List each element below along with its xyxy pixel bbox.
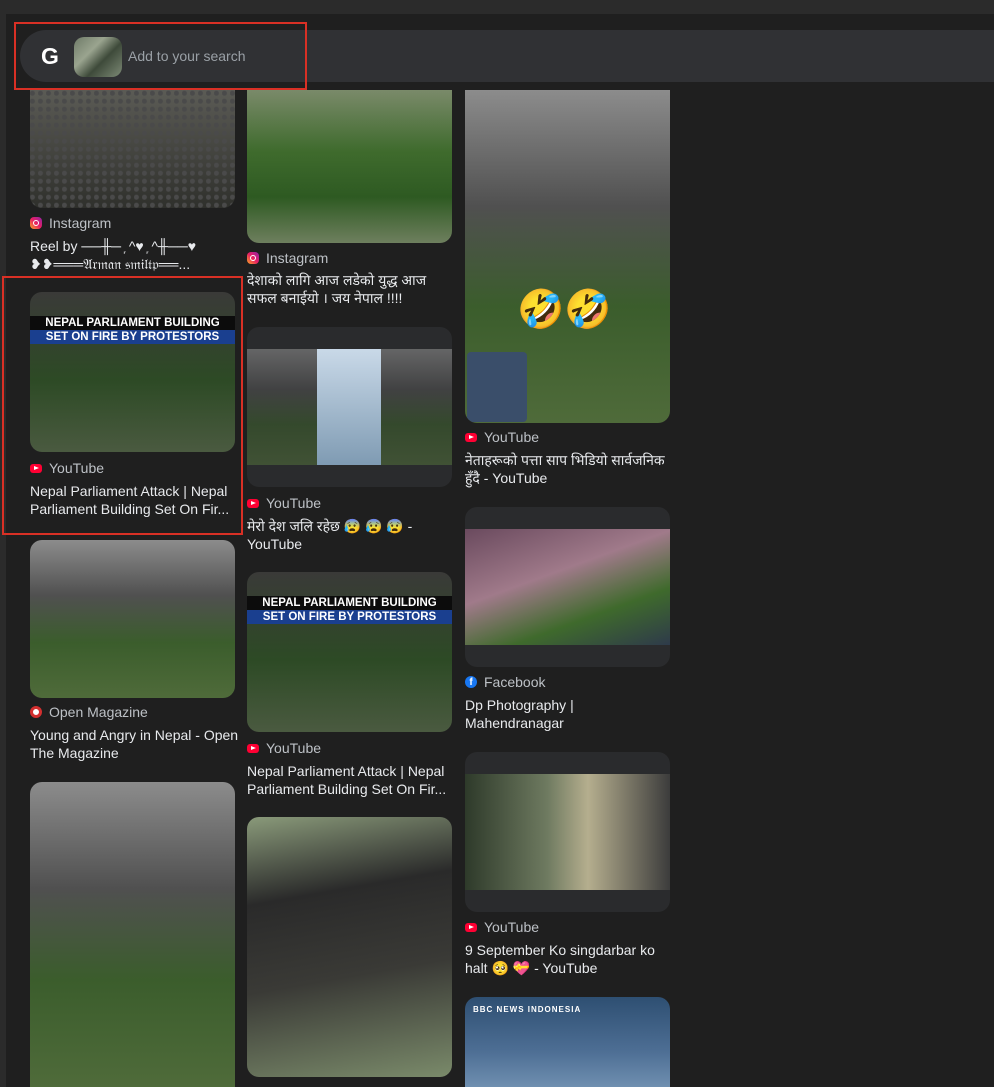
result-source: Instagram <box>247 249 328 267</box>
instagram-icon <box>247 252 259 264</box>
video-banner: NEPAL PARLIAMENT BUILDING SET ON FIRE BY… <box>247 596 452 624</box>
result-source: Instagram <box>30 214 111 232</box>
result-image[interactable] <box>465 507 670 667</box>
result-image[interactable] <box>30 90 235 208</box>
laughing-emoji: 🤣🤣 <box>517 289 612 331</box>
result-image[interactable] <box>247 327 452 487</box>
result-image[interactable]: NEPAL PARLIAMENT BUILDING SET ON FIRE BY… <box>247 572 452 732</box>
result-image[interactable] <box>30 782 235 1087</box>
result-image[interactable]: 🤣🤣 <box>465 90 670 423</box>
result-image[interactable] <box>30 540 235 698</box>
top-strip <box>0 0 994 14</box>
result-title[interactable]: Reel by ──╫─ ᷊ ^♥ ᷊ ^╫──♥ ❥❥═══𝔄𝔯𝔪𝔞𝔫 𝔰𝔪𝔦… <box>30 237 240 273</box>
result-image[interactable] <box>247 90 452 243</box>
result-title[interactable]: Dp Photography | Mahendranagar <box>465 696 675 732</box>
bbc-news-label: BBC NEWS INDONESIA <box>473 1005 582 1014</box>
youtube-icon <box>465 922 477 932</box>
result-title[interactable]: देशाको लागि आज लडेको युद्ध आज सफल बनाईयो… <box>247 271 457 307</box>
result-title[interactable]: मेरो देश जलि रहेछ 😰 😰 😰 - YouTube <box>247 517 457 553</box>
result-title[interactable]: Young and Angry in Nepal - Open The Maga… <box>30 726 240 762</box>
result-image[interactable]: BBC NEWS INDONESIA <box>465 997 670 1087</box>
youtube-icon <box>247 498 259 508</box>
youtube-icon <box>465 432 477 442</box>
highlight-search <box>14 22 307 90</box>
facebook-icon: f <box>465 676 477 688</box>
result-title[interactable]: 9 September Ko singdarbar ko halt 🥺 💝 - … <box>465 941 675 977</box>
left-edge <box>0 0 6 1087</box>
result-source: YouTube <box>465 918 539 936</box>
result-title[interactable]: Nepal Parliament Attack | Nepal Parliame… <box>247 762 457 798</box>
result-image[interactable] <box>247 817 452 1077</box>
result-title[interactable]: नेताहरूको पत्ता साप भिडियो सार्वजनिक हुँ… <box>465 451 675 487</box>
result-source: YouTube <box>247 494 321 512</box>
youtube-icon <box>247 743 259 753</box>
person-overlay <box>467 352 527 422</box>
result-source: f Facebook <box>465 673 545 691</box>
highlight-result <box>2 276 243 535</box>
open-magazine-icon <box>30 706 42 718</box>
result-image[interactable] <box>465 752 670 912</box>
result-source: YouTube <box>465 428 539 446</box>
result-source: YouTube <box>247 739 321 757</box>
instagram-icon <box>30 217 42 229</box>
result-source: Open Magazine <box>30 703 148 721</box>
